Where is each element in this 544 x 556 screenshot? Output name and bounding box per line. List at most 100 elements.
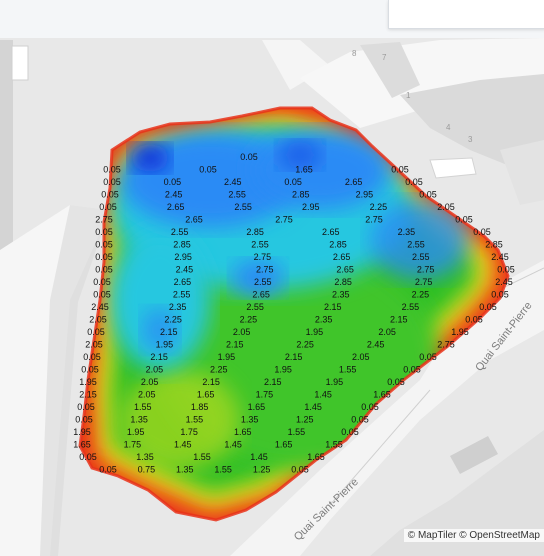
- heatmap-value-label: 2.75: [415, 277, 433, 287]
- building-block: [11, 45, 29, 81]
- heatmap-value-label: 2.35: [315, 315, 333, 325]
- map-attribution[interactable]: © MapTiler © OpenStreetMap: [403, 529, 544, 542]
- heatmap-value-label: 1.85: [191, 402, 209, 412]
- heatmap-value-label: 1.55: [186, 415, 204, 425]
- heatmap-value-label: 2.45: [224, 177, 242, 187]
- heatmap-value-label: 2.05: [233, 327, 251, 337]
- heatmap-value-label: 2.85: [485, 240, 503, 250]
- heatmap-value-label: 2.35: [398, 227, 416, 237]
- heatmap-value-label: 1.35: [130, 415, 148, 425]
- building: [429, 157, 477, 179]
- heatmap-value-label: 0.05: [465, 315, 483, 325]
- heatmap-value-label: 1.55: [193, 452, 211, 462]
- heatmap-value-label: 1.95: [451, 327, 469, 337]
- heatmap-value-label: 1.95: [306, 327, 324, 337]
- heatmap-value-label: 2.55: [407, 240, 425, 250]
- heatmap-value-label: 2.15: [324, 302, 342, 312]
- heatmap-value-label: 0.05: [455, 215, 473, 225]
- heatmap-value-label: 2.35: [169, 302, 187, 312]
- heatmap-value-label: 1.45: [314, 390, 332, 400]
- heatmap-value-label: 0.05: [95, 240, 113, 250]
- heatmap-value-label: 1.35: [241, 415, 259, 425]
- heatmap-value-label: 0.05: [95, 227, 113, 237]
- heatmap-value-label: 0.05: [164, 177, 182, 187]
- heatmap-value-label: 2.95: [356, 190, 374, 200]
- building-number: 4: [446, 123, 451, 132]
- heatmap-value-label: 0.05: [93, 277, 111, 287]
- heatmap-value-label: 2.45: [495, 277, 513, 287]
- heatmap-value-label: 2.75: [437, 340, 455, 350]
- heatmap-value-label: 2.85: [292, 190, 310, 200]
- heatmap-value-label: 2.15: [79, 390, 97, 400]
- heatmap-value-label: 1.95: [156, 340, 174, 350]
- heatmap-value-label: 2.05: [437, 202, 455, 212]
- heatmap-value-label: 0.05: [284, 177, 302, 187]
- heatmap-value-label: 2.75: [254, 252, 272, 262]
- heatmap-value-label: 2.55: [246, 302, 264, 312]
- map-canvas[interactable]: 0.05 0.05 0.05 1.65 0.05 0.05 0.05 2.45 0.05 2.65…: [0, 0, 544, 556]
- heatmap-value-label: 1.65: [234, 427, 252, 437]
- heatmap-value-label: 2.05: [378, 327, 396, 337]
- heatmap-value-label: 1.65: [73, 440, 91, 450]
- building-number: 3: [468, 135, 473, 144]
- heatmap-value-label: 2.45: [367, 340, 385, 350]
- heatmap-value-label: 1.65: [275, 440, 293, 450]
- heatmap-value-label: 2.55: [171, 227, 189, 237]
- heatmap-value-label: 1.55: [288, 427, 306, 437]
- heatmap-value-label: 2.75: [256, 265, 274, 275]
- heatmap-value-label: 2.65: [333, 252, 351, 262]
- heatmap-value-label: 2.55: [254, 277, 272, 287]
- heatmap-value-label: 0.05: [419, 190, 437, 200]
- heatmap-value-label: 1.95: [73, 427, 91, 437]
- heatmap-value-label: 2.75: [417, 265, 435, 275]
- heatmap-value-label: 0.05: [103, 177, 121, 187]
- heatmap-value-label: 0.05: [291, 465, 309, 475]
- heatmap-value-label: 0.05: [101, 190, 119, 200]
- heatmap-value-label: 1.25: [253, 465, 271, 475]
- heatmap-value-label: 2.05: [89, 315, 107, 325]
- heatmap-value-label: 2.75: [275, 215, 293, 225]
- heatmap-value-label: 2.45: [91, 302, 109, 312]
- heatmap-value-label: 0.05: [405, 177, 423, 187]
- heatmap-value-label: 0.05: [403, 365, 421, 375]
- heatmap-value-label: 2.05: [141, 377, 159, 387]
- heatmap-value-label: 2.75: [95, 215, 113, 225]
- heatmap-value-label: 2.55: [251, 240, 269, 250]
- heatmap-value-label: 2.15: [390, 315, 408, 325]
- heatmap-value-label: 0.75: [138, 465, 156, 475]
- heatmap-value-label: 1.35: [136, 452, 154, 462]
- heatmap-value-label: 1.75: [256, 390, 274, 400]
- map-view[interactable]: 0.05 0.05 0.05 1.65 0.05 0.05 0.05 2.45 0.05 2.65…: [0, 0, 544, 556]
- heatmap-value-label: 0.05: [351, 415, 369, 425]
- heatmap-value-label: 0.05: [361, 402, 379, 412]
- heatmap-value-label: 2.15: [226, 340, 244, 350]
- heatmap-value-label: 1.65: [248, 402, 266, 412]
- heatmap-value-label: 0.05: [79, 452, 97, 462]
- heatmap-value-label: 2.15: [150, 352, 168, 362]
- heatmap-value-label: 2.15: [285, 352, 303, 362]
- heatmap-value-label: 2.65: [336, 265, 354, 275]
- heatmap-value-label: 0.05: [95, 252, 113, 262]
- heatmap-value-label: 1.95: [79, 377, 97, 387]
- heatmap-value-label: 2.65: [174, 277, 192, 287]
- heatmap-value-label: 1.55: [214, 465, 232, 475]
- heatmap-value-label: 2.65: [252, 290, 270, 300]
- heatmap-value-label: 2.55: [412, 252, 430, 262]
- heatmap-value-label: 2.15: [202, 377, 220, 387]
- heatmap-value-label: 2.45: [491, 252, 509, 262]
- heatmap-value-label: 1.35: [176, 465, 194, 475]
- heatmap-value-label: 0.05: [199, 165, 217, 175]
- heatmap-value-label: 2.55: [228, 190, 246, 200]
- building-number: 8: [352, 49, 357, 58]
- heatmap-value-label: 0.05: [99, 202, 117, 212]
- heatmap-value-label: 2.55: [234, 202, 252, 212]
- heatmap-value-label: 2.25: [412, 290, 430, 300]
- heatmap-value-label: 2.25: [210, 365, 228, 375]
- heatmap-value-label: 2.05: [138, 390, 156, 400]
- heatmap-value-label: 0.05: [391, 165, 409, 175]
- heatmap-value-label: 1.75: [124, 440, 142, 450]
- heatmap-value-label: 2.65: [167, 202, 185, 212]
- heatmap-value-label: 0.05: [491, 290, 509, 300]
- heatmap-value-label: 0.05: [387, 377, 405, 387]
- heatmap-value-label: 1.95: [127, 427, 145, 437]
